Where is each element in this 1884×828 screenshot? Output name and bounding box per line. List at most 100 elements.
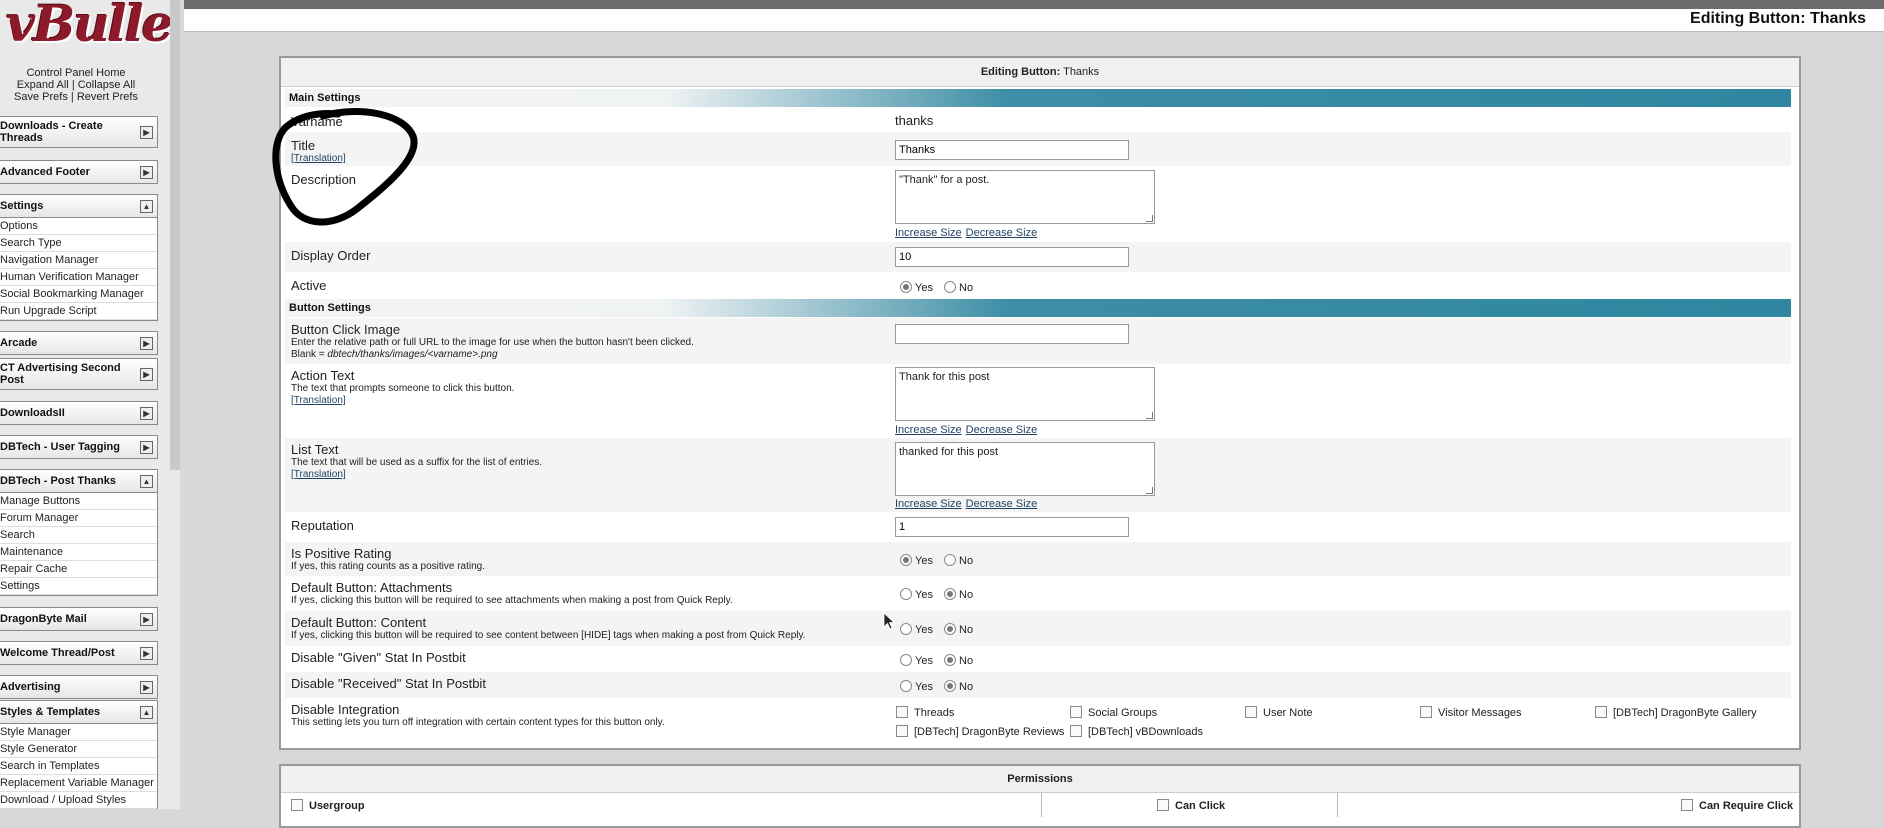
sidebar-scrollbar[interactable] bbox=[170, 0, 180, 470]
disable-given-row: Disable "Given" Stat In Postbit Yes No bbox=[291, 650, 974, 667]
visitor-messages-checkbox[interactable] bbox=[1420, 706, 1432, 718]
dragonbyte-gallery-checkbox[interactable] bbox=[1595, 706, 1607, 718]
button-click-image-row: Button Click Image Enter the relative pa… bbox=[285, 318, 1791, 364]
sidebar-group-header[interactable]: DBTech - Post Thanks ▲ bbox=[0, 469, 158, 493]
sidebar-item-maintenance[interactable]: Maintenance bbox=[0, 544, 157, 561]
revert-prefs-link[interactable]: Revert Prefs bbox=[77, 91, 138, 103]
collapse-all-link[interactable]: Collapse All bbox=[78, 79, 135, 91]
sidebar-item-run-upgrade[interactable]: Run Upgrade Script bbox=[0, 303, 157, 320]
sidebar-group-header[interactable]: Welcome Thread/Post ▶ bbox=[0, 641, 158, 665]
sidebar-group-header[interactable]: CT Advertising Second Post ▶ bbox=[0, 358, 158, 390]
is-positive-no-radio[interactable] bbox=[944, 554, 957, 566]
increase-size-link[interactable]: Increase Size bbox=[895, 227, 962, 239]
sidebar-group-advertising: Advertising ▶ bbox=[0, 675, 158, 699]
expand-icon[interactable]: ▶ bbox=[140, 647, 153, 660]
sidebar-group-header[interactable]: DBTech - User Tagging ▶ bbox=[0, 435, 158, 459]
save-prefs-link[interactable]: Save Prefs bbox=[14, 91, 68, 103]
increase-size-link[interactable]: Increase Size bbox=[895, 424, 962, 436]
sidebar-item-style-manager[interactable]: Style Manager bbox=[0, 724, 157, 741]
sidebar-group-header[interactable]: Advertising ▶ bbox=[0, 675, 158, 699]
sidebar-item-style-generator[interactable]: Style Generator bbox=[0, 741, 157, 758]
sidebar-item-download-upload-styles[interactable]: Download / Upload Styles bbox=[0, 792, 157, 809]
expand-icon[interactable]: ▶ bbox=[140, 337, 153, 350]
action-text-translation-link[interactable]: [Translation] bbox=[291, 395, 514, 406]
action-text-textarea[interactable]: Thank for this post bbox=[895, 367, 1155, 421]
social-groups-checkbox[interactable] bbox=[1070, 706, 1082, 718]
list-text-textarea[interactable]: thanked for this post bbox=[895, 442, 1155, 496]
reputation-input[interactable] bbox=[895, 517, 1129, 537]
default-content-row: Default Button: Content If yes, clicking… bbox=[285, 611, 1791, 646]
content-no-radio[interactable] bbox=[944, 623, 957, 635]
top-bar bbox=[184, 0, 1884, 9]
sidebar-group-header[interactable]: Downloads - Create Threads ▶ bbox=[0, 116, 158, 148]
edit-button-form: Editing Button: Thanks Main Settings Var… bbox=[279, 56, 1801, 750]
sidebar-item-repair-cache[interactable]: Repair Cache bbox=[0, 561, 157, 578]
sidebar-item-search[interactable]: Search bbox=[0, 527, 157, 544]
attachments-no-radio[interactable] bbox=[944, 588, 957, 600]
expand-icon[interactable]: ▶ bbox=[140, 613, 153, 626]
content-yes-radio[interactable] bbox=[900, 623, 912, 635]
expand-icon[interactable]: ▶ bbox=[140, 441, 153, 454]
sidebar-group-header[interactable]: Arcade ▶ bbox=[0, 331, 158, 355]
decrease-size-link[interactable]: Decrease Size bbox=[966, 227, 1038, 239]
collapse-icon[interactable]: ▲ bbox=[140, 475, 153, 488]
button-click-image-input[interactable] bbox=[895, 324, 1129, 344]
given-yes-radio[interactable] bbox=[900, 654, 912, 666]
sidebar-item-manage-buttons[interactable]: Manage Buttons bbox=[0, 493, 157, 510]
user-note-checkbox[interactable] bbox=[1245, 706, 1257, 718]
title-translation-link[interactable]: [Translation] bbox=[291, 153, 346, 164]
sidebar-group-arcade: Arcade ▶ bbox=[0, 331, 158, 355]
description-row: Description "Thank" for a post. Increase… bbox=[285, 166, 1791, 242]
expand-icon[interactable]: ▶ bbox=[140, 166, 153, 179]
collapse-icon[interactable]: ▲ bbox=[140, 706, 153, 719]
display-order-input[interactable] bbox=[895, 247, 1129, 267]
is-positive-yes-radio[interactable] bbox=[900, 554, 912, 566]
sidebar-item-settings[interactable]: Settings bbox=[0, 578, 157, 595]
sidebar-item-search-type[interactable]: Search Type bbox=[0, 235, 157, 252]
expand-icon[interactable]: ▶ bbox=[140, 126, 153, 139]
list-text-translation-link[interactable]: [Translation] bbox=[291, 469, 542, 480]
decrease-size-link[interactable]: Decrease Size bbox=[966, 498, 1038, 510]
sidebar-group-header[interactable]: Settings ▲ bbox=[0, 194, 158, 218]
can-require-click-select-all-checkbox[interactable] bbox=[1681, 799, 1693, 811]
sidebar-group-header[interactable]: Advanced Footer ▶ bbox=[0, 160, 158, 184]
active-yes-radio[interactable] bbox=[900, 281, 912, 293]
sidebar-group-header[interactable]: DownloadsII ▶ bbox=[0, 401, 158, 425]
given-no-radio[interactable] bbox=[944, 654, 957, 666]
sidebar-item-forum-manager[interactable]: Forum Manager bbox=[0, 510, 157, 527]
sidebar-item-social-bookmarking[interactable]: Social Bookmarking Manager bbox=[0, 286, 157, 303]
varname-row: Varname thanks bbox=[285, 108, 1791, 132]
received-no-radio[interactable] bbox=[944, 680, 957, 692]
expand-icon[interactable]: ▶ bbox=[140, 368, 153, 381]
expand-all-link[interactable]: Expand All bbox=[17, 79, 69, 91]
title-input[interactable] bbox=[895, 140, 1129, 160]
active-no-radio[interactable] bbox=[944, 281, 957, 293]
decrease-size-link[interactable]: Decrease Size bbox=[966, 424, 1038, 436]
attachments-yes-radio[interactable] bbox=[900, 588, 912, 600]
default-content-label: Default Button: Content bbox=[291, 615, 427, 630]
increase-size-link[interactable]: Increase Size bbox=[895, 498, 962, 510]
sidebar-item-options[interactable]: Options bbox=[0, 218, 157, 235]
expand-icon[interactable]: ▶ bbox=[140, 681, 153, 694]
usergroup-select-all-checkbox[interactable] bbox=[291, 799, 303, 811]
threads-checkbox[interactable] bbox=[896, 706, 908, 718]
usergroup-column-header: Usergroup bbox=[309, 800, 365, 812]
dragonbyte-reviews-checkbox[interactable] bbox=[896, 725, 908, 737]
control-panel-home-link[interactable]: Control Panel Home bbox=[26, 67, 125, 79]
list-text-label: List Text bbox=[291, 442, 339, 457]
sidebar-item-human-verification[interactable]: Human Verification Manager bbox=[0, 269, 157, 286]
collapse-icon[interactable]: ▲ bbox=[140, 200, 153, 213]
received-yes-radio[interactable] bbox=[900, 680, 912, 692]
mouse-cursor-icon bbox=[883, 612, 895, 630]
can-click-select-all-checkbox[interactable] bbox=[1157, 799, 1169, 811]
sidebar-item-replacement-variable[interactable]: Replacement Variable Manager bbox=[0, 775, 157, 792]
sidebar-item-search-templates[interactable]: Search in Templates bbox=[0, 758, 157, 775]
disable-integration-desc: This setting lets you turn off integrati… bbox=[291, 717, 665, 728]
permissions-table: Permissions Usergroup Can Click Can Requ… bbox=[279, 764, 1801, 828]
vbdownloads-checkbox[interactable] bbox=[1070, 725, 1082, 737]
sidebar-group-header[interactable]: Styles & Templates ▲ bbox=[0, 700, 158, 724]
expand-icon[interactable]: ▶ bbox=[140, 407, 153, 420]
description-textarea[interactable]: "Thank" for a post. bbox=[895, 170, 1155, 224]
sidebar-group-header[interactable]: DragonByte Mail ▶ bbox=[0, 607, 158, 631]
sidebar-item-navigation-manager[interactable]: Navigation Manager bbox=[0, 252, 157, 269]
